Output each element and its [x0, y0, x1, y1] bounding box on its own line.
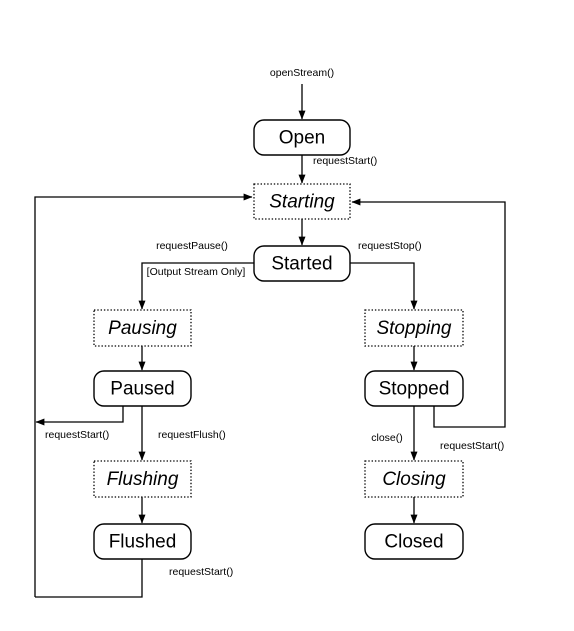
edge-flushed-to-leftbus: [35, 559, 143, 598]
state-node-stopping[interactable]: Stopping: [364, 309, 464, 347]
state-node-pausing[interactable]: Pausing: [93, 309, 192, 347]
state-label-starting: Starting: [269, 192, 335, 213]
edge-label-started-to-stopping: requestStop(): [358, 240, 422, 252]
edge-label-paused-to-starting: requestStart(): [45, 429, 109, 441]
edge-label-paused-to-flushing: requestFlush(): [158, 429, 226, 441]
audio-stream-state-diagram: openStream() requestStart() requestPause…: [34, 67, 506, 598]
state-node-stopped[interactable]: Stopped: [364, 370, 464, 407]
state-label-pausing: Pausing: [108, 318, 177, 339]
state-label-started: Started: [271, 254, 332, 275]
state-label-stopped: Stopped: [379, 379, 450, 400]
state-label-flushing: Flushing: [107, 469, 179, 490]
state-node-paused[interactable]: Paused: [93, 370, 192, 407]
state-label-closing: Closing: [382, 469, 446, 490]
edge-label-openstream: openStream(): [270, 67, 334, 79]
state-label-paused: Paused: [110, 379, 174, 400]
state-node-open[interactable]: Open: [253, 119, 351, 156]
edge-label-open-to-starting: requestStart(): [313, 155, 377, 167]
edge-label-flushed-to-starting: requestStart(): [169, 566, 233, 578]
state-node-closing[interactable]: Closing: [364, 460, 464, 498]
edge-label-output-stream-only-guard: [Output Stream Only]: [147, 266, 246, 278]
state-label-stopping: Stopping: [376, 318, 451, 339]
edge-label-stopped-to-closing: close(): [371, 432, 403, 444]
edge-started-to-stopping: [350, 262, 418, 310]
state-label-flushed: Flushed: [109, 532, 177, 553]
state-diagram-canvas: openStream() requestStart() requestPause…: [0, 0, 574, 631]
state-node-closed[interactable]: Closed: [364, 523, 464, 560]
state-node-started[interactable]: Started: [253, 245, 351, 282]
state-label-open: Open: [279, 128, 325, 149]
state-label-closed: Closed: [384, 532, 443, 553]
edge-paused-to-leftbus: [35, 406, 124, 426]
state-node-flushing[interactable]: Flushing: [93, 460, 192, 498]
edge-label-stopped-to-starting: requestStart(): [440, 440, 504, 452]
edge-label-started-to-pausing: requestPause(): [156, 240, 228, 252]
state-node-flushed[interactable]: Flushed: [93, 523, 192, 560]
state-node-starting[interactable]: Starting: [253, 183, 351, 220]
